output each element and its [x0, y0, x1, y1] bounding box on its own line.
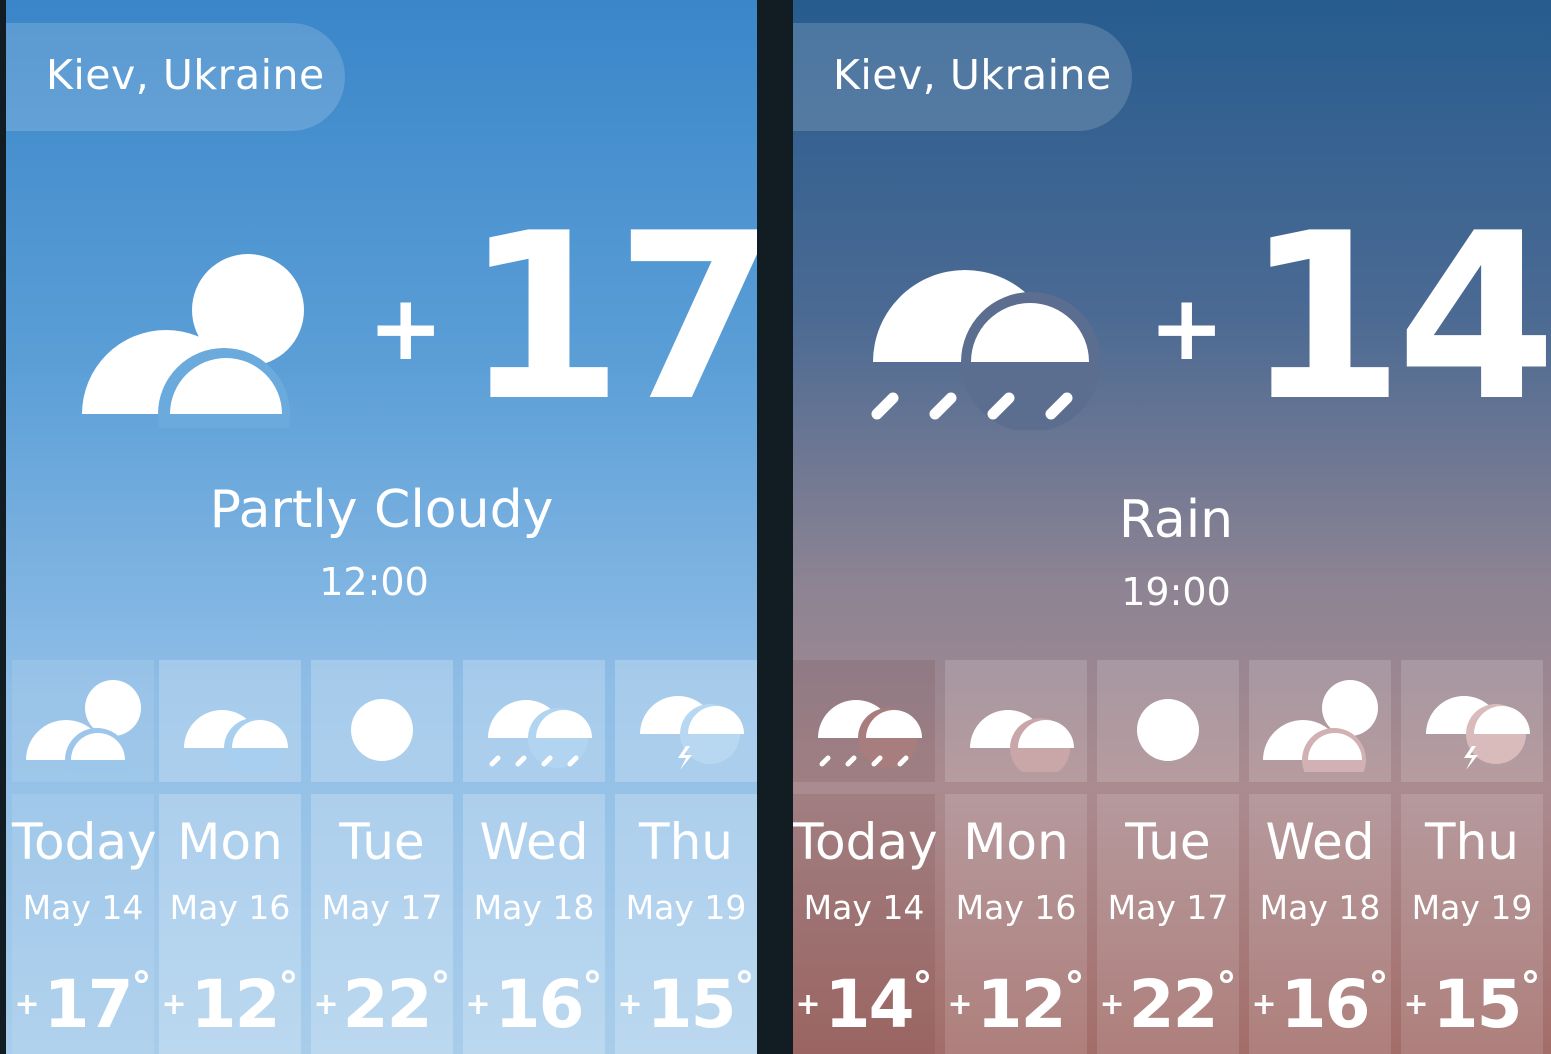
forecast-temperature: +15° — [617, 964, 755, 1043]
cloudy-icon — [184, 710, 288, 772]
forecast-day-wed[interactable]: Wed May 18 +16° — [463, 0, 605, 1054]
thunderstorm-icon — [640, 696, 744, 770]
forecast-day-name: Mon — [963, 813, 1069, 871]
forecast-day-name: Thu — [639, 813, 733, 871]
forecast-temperature: +15° — [1403, 964, 1541, 1043]
forecast-day-mon[interactable]: Mon May 16 +12° — [159, 0, 301, 1054]
sun-icon — [1137, 699, 1199, 761]
forecast-date: May 16 — [169, 888, 291, 927]
forecast-date: May 14 — [22, 888, 144, 927]
forecast-day-thu[interactable]: Thu May 19 +15° — [615, 0, 757, 1054]
thunderstorm-icon — [1426, 696, 1530, 770]
partly-cloudy-icon — [1263, 680, 1378, 772]
forecast-temperature: +16° — [465, 964, 603, 1043]
forecast-day-today[interactable]: Today May 14 +17° — [12, 0, 157, 1054]
forecast-day-wed[interactable]: Wed May 18 +16° — [1249, 0, 1391, 1054]
forecast-day-name: Thu — [1425, 813, 1519, 871]
sun-icon — [351, 699, 413, 761]
forecast-temperature: +16° — [1251, 964, 1389, 1043]
forecast-date: May 19 — [625, 888, 747, 927]
forecast-day-name: Mon — [177, 813, 283, 871]
forecast-date: May 19 — [1411, 888, 1533, 927]
forecast-temperature: +17° — [14, 964, 152, 1043]
forecast-day-name: Today — [12, 813, 157, 871]
forecast-date: May 16 — [955, 888, 1077, 927]
forecast-temperature: +22° — [313, 964, 451, 1043]
rain-icon — [818, 700, 922, 768]
forecast-day-tue[interactable]: Tue May 17 +22° — [1097, 0, 1239, 1054]
forecast-day-name: Wed — [479, 813, 589, 871]
cloudy-icon — [970, 710, 1074, 772]
rain-icon — [488, 700, 592, 768]
forecast-day-thu[interactable]: Thu May 19 +15° — [1401, 0, 1543, 1054]
forecast-temperature: +12° — [947, 964, 1085, 1043]
forecast-day-today[interactable]: Today May 14 +14° — [793, 0, 938, 1054]
weather-panel-day: Kiev, Ukraine +17° Partly Cloudy 12:00 T… — [6, 0, 757, 1054]
forecast-temperature: +14° — [795, 964, 933, 1043]
weather-panel-evening: Kiev, Ukraine +14° Rain 19:00 Today May … — [793, 0, 1551, 1054]
forecast-day-mon[interactable]: Mon May 16 +12° — [945, 0, 1087, 1054]
forecast-temperature: +12° — [161, 964, 299, 1043]
forecast-day-name: Tue — [339, 813, 425, 871]
forecast-day-name: Today — [793, 813, 938, 871]
forecast-day-name: Tue — [1125, 813, 1211, 871]
forecast-day-tue[interactable]: Tue May 17 +22° — [311, 0, 453, 1054]
forecast-date: May 18 — [473, 888, 595, 927]
forecast-date: May 14 — [803, 888, 925, 927]
forecast-date: May 17 — [1107, 888, 1229, 927]
forecast-date: May 17 — [321, 888, 443, 927]
forecast-day-name: Wed — [1265, 813, 1375, 871]
forecast-temperature: +22° — [1099, 964, 1237, 1043]
partly-cloudy-icon — [26, 680, 141, 772]
forecast-date: May 18 — [1259, 888, 1381, 927]
